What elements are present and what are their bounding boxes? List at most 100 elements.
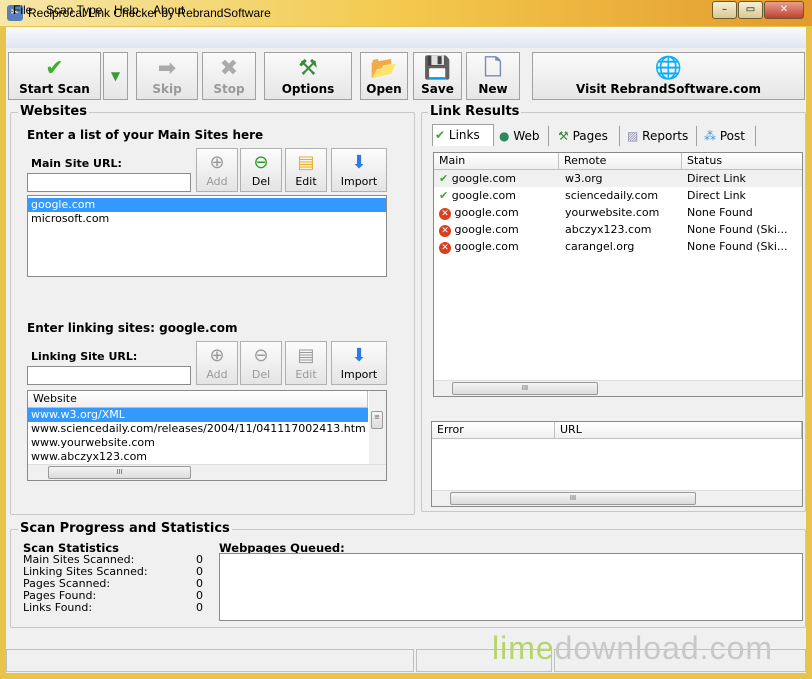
linking-site-url-label: Linking Site URL: [31,350,138,363]
column-header-status[interactable]: Status [682,153,802,170]
checkmark-icon: ✔ [439,172,449,185]
cell-remote: abczyx123.com [564,223,652,236]
menu-file[interactable]: File [13,3,32,17]
skip-button[interactable]: ➡ Skip [136,52,198,100]
cell-main: google.com [454,206,519,219]
list-item[interactable]: www.yourwebsite.com [28,436,368,450]
scan-statistics: Main Sites Scanned: 0 Linking Sites Scanne… [23,554,203,614]
minimize-button[interactable]: – [712,1,737,19]
vertical-scrollbar[interactable]: ≡ [369,391,386,464]
stop-button[interactable]: ✖ Stop [202,52,256,100]
link-results-title: Link Results [428,104,522,119]
new-document-icon: 🗋 [484,56,502,81]
globe-icon: 🌐 [654,56,683,81]
linking-sites-list[interactable]: Website www.w3.org/XML www.sciencedaily.… [27,390,387,481]
webpages-queued-list[interactable] [219,553,803,621]
table-row[interactable]: ✕ google.com carangel.org None Found (Ski.… [434,238,802,255]
stop-icon: ✖ [219,56,239,81]
arrow-down-icon: ⬇ [351,152,367,173]
delete-main-site-button[interactable]: ⊖ Del [240,148,282,192]
options-button[interactable]: ⚒ Options [264,52,352,100]
add-main-site-button[interactable]: ⊕ Add [196,148,238,192]
arrow-right-icon: ➡ [157,56,177,81]
tab-post[interactable]: ⁂ Post [702,126,756,146]
cell-remote: w3.org [564,172,603,185]
column-header-main[interactable]: Main [434,153,559,170]
cell-status: None Found (Ski... [686,240,788,253]
column-header-remote[interactable]: Remote [559,153,682,170]
tab-links[interactable]: ✔ Links [432,124,494,146]
delete-linking-site-button[interactable]: ⊖ Del [240,341,282,385]
tab-web[interactable]: ● Web [497,126,549,146]
column-header-error[interactable]: Error [432,422,555,439]
list-item[interactable]: www.sciencedaily.com/releases/2004/11/04… [28,422,368,436]
table-row[interactable]: ✕ google.com yourwebsite.com None Found [434,204,802,221]
scan-progress-title: Scan Progress and Statistics [18,521,232,536]
linking-site-url-input[interactable] [27,366,191,385]
open-button[interactable]: 📂 Open [360,52,408,100]
cell-main: google.com [454,223,519,236]
column-header-url[interactable]: URL [555,422,802,439]
main-site-url-label: Main Site URL: [31,157,122,170]
linking-sites-heading: Enter linking sites: google.com [27,321,238,335]
websites-title: Websites [18,104,89,119]
table-row[interactable]: ✔ google.com w3.org Direct Link [434,170,802,187]
scan-dropdown-button[interactable]: ▼ [103,52,128,100]
edit-main-site-button[interactable]: ▤ Edit [285,148,327,192]
watermark: limedownload.com [492,630,774,666]
menu-help[interactable]: Help [114,3,139,17]
horizontal-scrollbar[interactable]: III [28,464,386,480]
floppy-icon: 💾 [423,56,452,81]
add-linking-site-button[interactable]: ⊕ Add [196,341,238,385]
list-item[interactable]: www.abczyx123.com [28,450,368,462]
cell-status: Direct Link [686,172,746,185]
menu-about[interactable]: About [153,3,184,17]
minus-icon: ⊖ [253,345,269,366]
edit-icon: ▤ [297,345,315,366]
maximize-button[interactable]: ▭ [738,1,763,19]
horizontal-scrollbar[interactable]: III [432,490,802,506]
new-button[interactable]: 🗋 New [466,52,520,100]
column-header-website[interactable]: Website [28,391,368,408]
tools-icon: ⚒ [298,56,318,81]
tab-reports[interactable]: ▨ Reports [625,126,697,146]
plus-icon: ⊕ [209,345,225,366]
link-results-table[interactable]: Main Remote Status ✔ google.com w3.org Dir… [433,152,803,397]
close-button[interactable]: ✕ [764,1,804,19]
cell-main: google.com [451,189,516,202]
plus-icon: ⊕ [209,152,225,173]
main-site-url-input[interactable] [27,173,191,192]
error-table[interactable]: Error URL III [431,421,803,507]
import-linking-sites-button[interactable]: ⬇ Import [331,341,387,385]
cell-status: None Found [686,206,753,219]
status-bar-segment [6,649,414,672]
list-item[interactable]: google.com [28,198,386,212]
start-scan-button[interactable]: ✔ Start Scan [8,52,101,100]
checkmark-icon: ✔ [439,189,449,202]
cell-main: google.com [454,240,519,253]
arrow-down-icon: ⬇ [351,345,367,366]
table-row[interactable]: ✕ google.com abczyx123.com None Found (Ski… [434,221,802,238]
edit-linking-site-button[interactable]: ▤ Edit [285,341,327,385]
main-sites-list[interactable]: google.com microsoft.com [27,195,387,277]
checkmark-icon: ✔ [45,56,64,81]
list-item[interactable]: microsoft.com [28,212,386,226]
cell-remote: sciencedaily.com [564,189,659,202]
table-row[interactable]: ✔ google.com sciencedaily.com Direct Link [434,187,802,204]
network-icon: ⁂ [704,129,716,143]
import-main-sites-button[interactable]: ⬇ Import [331,148,387,192]
cell-status: Direct Link [686,189,746,202]
save-button[interactable]: 💾 Save [413,52,462,100]
list-item[interactable]: www.w3.org/XML [28,408,368,422]
horizontal-scrollbar[interactable]: III [434,380,802,396]
cell-remote: carangel.org [564,240,635,253]
cell-remote: yourwebsite.com [564,206,660,219]
tab-pages[interactable]: ⚒ Pages [556,126,620,146]
minus-icon: ⊖ [253,152,269,173]
error-icon: ✕ [439,208,451,220]
error-icon: ✕ [439,225,451,237]
visit-website-button[interactable]: 🌐 Visit RebrandSoftware.com [532,52,805,100]
error-icon: ✕ [439,242,451,254]
menu-bar [6,27,806,48]
menu-scan-type[interactable]: Scan Type [46,3,102,17]
